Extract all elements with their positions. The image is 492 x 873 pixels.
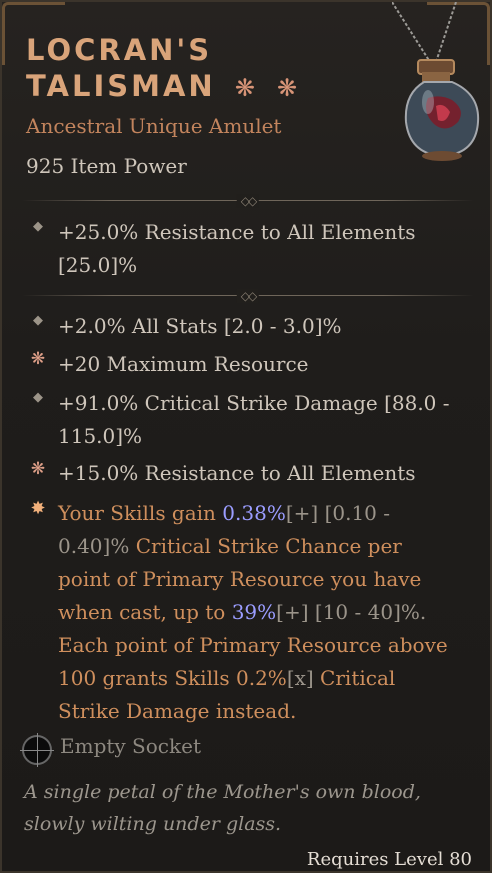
item-title: LOCRAN'S TALISMAN ❋ ❋ [26, 32, 346, 106]
unique-marker: [x] [286, 666, 314, 690]
flower-icon: ❋ [277, 74, 301, 102]
unique-power: Your Skills gain 0.38%[+] [0.10 - 0.40]%… [58, 497, 468, 728]
unique-range: [0.10 - [318, 501, 391, 525]
unique-marker: [+] [276, 600, 309, 624]
affix-row: +2.0% All Stats [2.0 - 3.0]% [58, 314, 342, 338]
unique-value: 0.2% [236, 666, 287, 690]
divider: ◇◇ [22, 194, 474, 208]
affix-row: +91.0% Critical Strike Damage [88.0 - 11… [58, 387, 468, 453]
unique-range: [10 - 40]%. [308, 600, 427, 624]
affix-row: +15.0% Resistance to All Elements [58, 461, 416, 485]
flower-icon: ❋ [234, 74, 258, 102]
flavor-line: A single petal of the Mother's own blood… [24, 781, 421, 803]
unique-text: Critical [313, 666, 396, 690]
affix-line: 115.0]% [58, 424, 143, 448]
flavor-line: slowly wilting under glass. [24, 813, 282, 835]
item-power: 925 Item Power [26, 154, 187, 178]
item-tooltip: LOCRAN'S TALISMAN ❋ ❋ Ancestral Unique A… [0, 0, 492, 873]
diamond-bullet-icon: ◆ [33, 390, 43, 405]
diamond-bullet-icon: ◆ [33, 219, 43, 234]
flower-icon: ❋ [30, 459, 46, 479]
unique-text: Your Skills gain [58, 501, 223, 525]
unique-marker: [+] [285, 501, 319, 525]
unique-range: 0.40]% [58, 534, 130, 558]
item-type: Ancestral Unique Amulet [26, 114, 282, 138]
unique-text: 100 grants Skills [58, 666, 236, 690]
socket-icon [20, 733, 54, 767]
affix-row: +20 Maximum Resource [58, 352, 309, 376]
item-title-line2: TALISMAN [26, 69, 216, 103]
star-burst-icon: ✸ [30, 498, 46, 519]
unique-text: Strike Damage instead. [58, 699, 297, 723]
unique-text: point of Primary Resource you have [58, 567, 422, 591]
level-requirement: Requires Level 80 [306, 849, 472, 870]
unique-value: 0.38% [222, 501, 286, 525]
unique-text: Each point of Primary Resource above [58, 633, 448, 657]
item-title-line1: LOCRAN'S [26, 33, 213, 67]
item-title-line2-wrap: TALISMAN ❋ ❋ [26, 68, 346, 106]
flavor-text: A single petal of the Mother's own blood… [24, 776, 464, 840]
implicit-affix: +25.0% Resistance to All Elements [25.0]… [58, 216, 468, 282]
implicit-line2: [25.0]% [58, 253, 138, 277]
potion-amulet-icon [392, 2, 480, 161]
unique-text: Critical Strike Chance per [129, 534, 402, 558]
implicit-line1: +25.0% Resistance to All Elements [58, 220, 416, 244]
affix-line: +91.0% Critical Strike Damage [88.0 - [58, 391, 450, 415]
socket-label: Empty Socket [60, 734, 201, 758]
unique-text: when cast, up to [58, 600, 232, 624]
unique-value: 39% [231, 600, 277, 624]
divider: ◇◇ [22, 289, 474, 303]
diamond-bullet-icon: ◆ [33, 313, 43, 328]
flower-icon: ❋ [30, 349, 46, 369]
